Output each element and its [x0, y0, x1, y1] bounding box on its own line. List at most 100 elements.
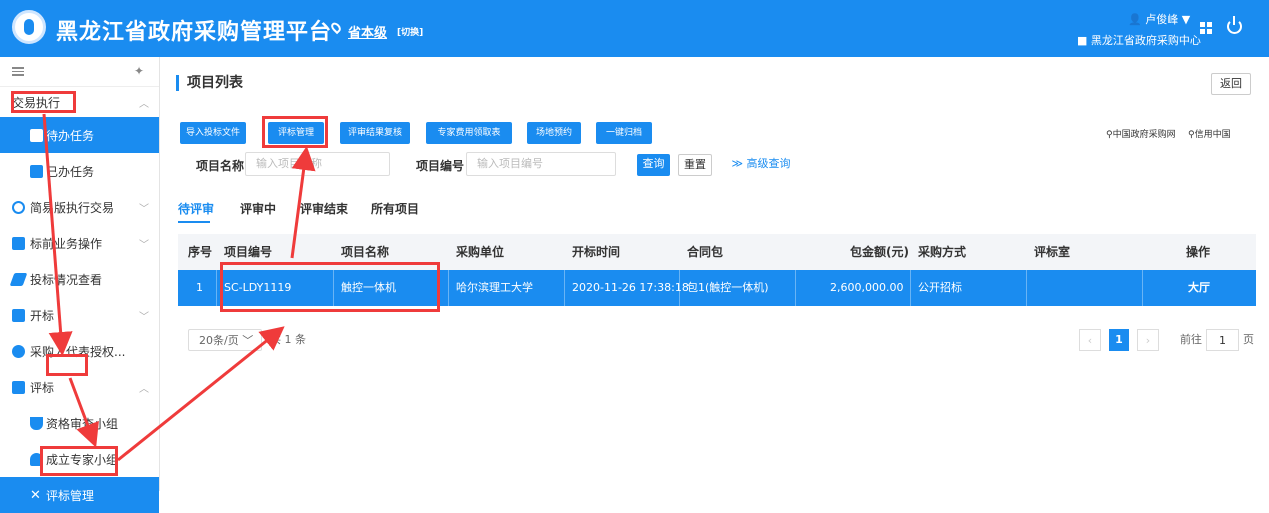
pin-icon[interactable]: ✦ — [134, 64, 144, 78]
chevron-down-icon: ﹀ — [139, 311, 149, 323]
sidebar-label: 简易版执行交易 — [30, 200, 115, 215]
th-package: 合同包 — [687, 245, 724, 259]
col-sep — [448, 270, 449, 306]
goto-page-input[interactable]: 1 — [1206, 329, 1239, 351]
col-sep — [216, 270, 217, 306]
advanced-label: 高级查询 — [746, 157, 791, 170]
sidebar-label: 待办任务 — [46, 128, 95, 143]
user-name: 卢俊峰 — [1145, 13, 1179, 26]
done-icon — [30, 164, 43, 178]
task-icon — [30, 128, 43, 142]
sidebar: ✦ 交易执行 ︿ 待办任务 已办任务 简易版执行交易 ﹀ 标前业务操作 ﹀ 投标情况查… — [0, 57, 160, 513]
th-unit: 采购单位 — [456, 245, 505, 259]
link-credit[interactable]: ⚲信用中国 — [1188, 127, 1231, 140]
page-unit-label: 页 — [1243, 333, 1254, 346]
tab-reviewed[interactable]: 评审结束 — [300, 200, 348, 217]
switch-link[interactable]: [切换] — [397, 25, 423, 38]
edit-icon — [9, 272, 28, 286]
tab-pending[interactable]: 待评审 — [178, 200, 214, 217]
sidebar-label: 评标管理 — [46, 488, 95, 503]
sidebar-item-open[interactable]: 开标 ﹀ — [0, 297, 159, 333]
th-index: 序号 — [188, 245, 213, 259]
sidebar-item-bidview[interactable]: 投标情况查看 — [0, 261, 159, 297]
col-sep — [1026, 270, 1027, 306]
prev-page-button[interactable]: ‹ — [1079, 329, 1101, 351]
advanced-search-link[interactable]: ≫ 高级查询 — [730, 154, 792, 176]
emblem-logo — [12, 10, 46, 44]
venue-booking-button[interactable]: 场地预约 — [527, 122, 581, 144]
play-icon — [12, 200, 25, 214]
gear-icon — [12, 344, 25, 358]
expert-fee-button[interactable]: 专家费用领取表 — [426, 122, 512, 144]
hall-link[interactable]: 大厅 — [1188, 270, 1210, 306]
archive-button[interactable]: 一键归档 — [596, 122, 652, 144]
page-1-button[interactable]: 1 — [1109, 329, 1129, 351]
sidebar-label: 投标情况查看 — [30, 272, 103, 287]
col-sep — [679, 270, 680, 306]
th-amount: 包金额(元) — [850, 245, 909, 259]
chevron-down-icon: ﹀ — [139, 239, 149, 251]
link-label: 信用中国 — [1194, 130, 1231, 140]
sidebar-label: 开标 — [30, 308, 55, 323]
query-button[interactable]: 查询 — [637, 154, 670, 176]
col-sep — [910, 270, 911, 306]
org-name: 黑龙江省政府采购中心 — [1090, 34, 1201, 47]
sidebar-item-evalmgmt[interactable]: ✕ 评标管理 — [0, 477, 159, 513]
fullscreen-icon[interactable] — [1200, 22, 1212, 34]
page-title: 项目列表 — [176, 75, 243, 91]
reset-button[interactable]: 重置 — [678, 154, 712, 176]
import-bid-button[interactable]: 导入投标文件 — [180, 122, 246, 144]
td-open-time: 2020-11-26 17:38:18 — [572, 281, 689, 294]
tab-reviewing[interactable]: 评审中 — [240, 200, 276, 217]
sidebar-label: 资格审查小组 — [46, 416, 119, 431]
project-name-input[interactable]: 输入项目名称 — [245, 152, 390, 176]
th-room: 评标室 — [1034, 245, 1071, 259]
goto-label: 前往 — [1180, 333, 1202, 346]
link-label: 中国政府采购网 — [1112, 130, 1176, 140]
monitor-icon — [12, 308, 25, 322]
next-page-button[interactable]: › — [1137, 329, 1159, 351]
back-button[interactable]: 返回 — [1211, 73, 1251, 95]
highlight-evalmgmt — [40, 446, 118, 476]
page-size-value: 20条/页 — [199, 334, 239, 347]
org-label: ■ 黑龙江省政府采购中心 — [1077, 34, 1201, 47]
col-sep — [1142, 270, 1143, 306]
app-title: 黑龙江省政府采购管理平台 — [56, 20, 333, 45]
menu-icon[interactable] — [12, 67, 24, 76]
sidebar-item-done[interactable]: 已办任务 — [0, 153, 159, 189]
project-code-input[interactable]: 输入项目编号 — [466, 152, 616, 176]
td-amount: 2,600,000.00 — [830, 281, 904, 294]
link-ccgp[interactable]: ⚲中国政府采购网 — [1106, 127, 1176, 140]
sidebar-item-todo[interactable]: 待办任务 — [0, 117, 159, 153]
cart-icon — [12, 236, 25, 250]
page-size-select[interactable]: 20条/页 ﹀ — [188, 329, 262, 351]
shield-icon — [30, 416, 43, 430]
col-sep — [795, 270, 796, 306]
sidebar-label: 评标 — [30, 380, 55, 395]
top-header: 黑龙江省政府采购管理平台 省本级 [切换] 👤 卢俊峰 ▼ ■ 黑龙江省政府采购… — [0, 0, 1269, 57]
sidebar-item-prebid[interactable]: 标前业务操作 ﹀ — [0, 225, 159, 261]
col-sep — [564, 270, 565, 306]
level-link[interactable]: 省本级 — [348, 22, 387, 41]
sidebar-item-qualify[interactable]: 资格审查小组 — [0, 405, 159, 441]
project-code-label: 项目编号 — [416, 159, 465, 173]
user-menu[interactable]: 👤 卢俊峰 ▼ — [1128, 11, 1190, 27]
th-method: 采购方式 — [918, 245, 967, 259]
td-package: 包1(触控一体机) — [687, 281, 769, 294]
highlight-eval — [46, 354, 88, 376]
td-method: 公开招标 — [918, 281, 962, 294]
sidebar-label: 标前业务操作 — [30, 236, 103, 251]
highlight-trade — [11, 91, 76, 113]
power-icon[interactable] — [1227, 16, 1242, 34]
total-count: 共 1 条 — [270, 333, 306, 346]
tools-icon: ✕ — [30, 487, 41, 503]
chevron-down-icon: ﹀ — [139, 203, 149, 215]
tab-all[interactable]: 所有项目 — [371, 200, 419, 217]
th-actions: 操作 — [1186, 245, 1211, 259]
sidebar-item-simple[interactable]: 简易版执行交易 ﹀ — [0, 189, 159, 225]
chevron-up-icon: ︿ — [139, 98, 149, 110]
td-index: 1 — [196, 281, 203, 294]
highlight-eval-button — [262, 116, 328, 148]
th-open-time: 开标时间 — [572, 245, 621, 259]
review-recheck-button[interactable]: 评审结果复核 — [340, 122, 410, 144]
